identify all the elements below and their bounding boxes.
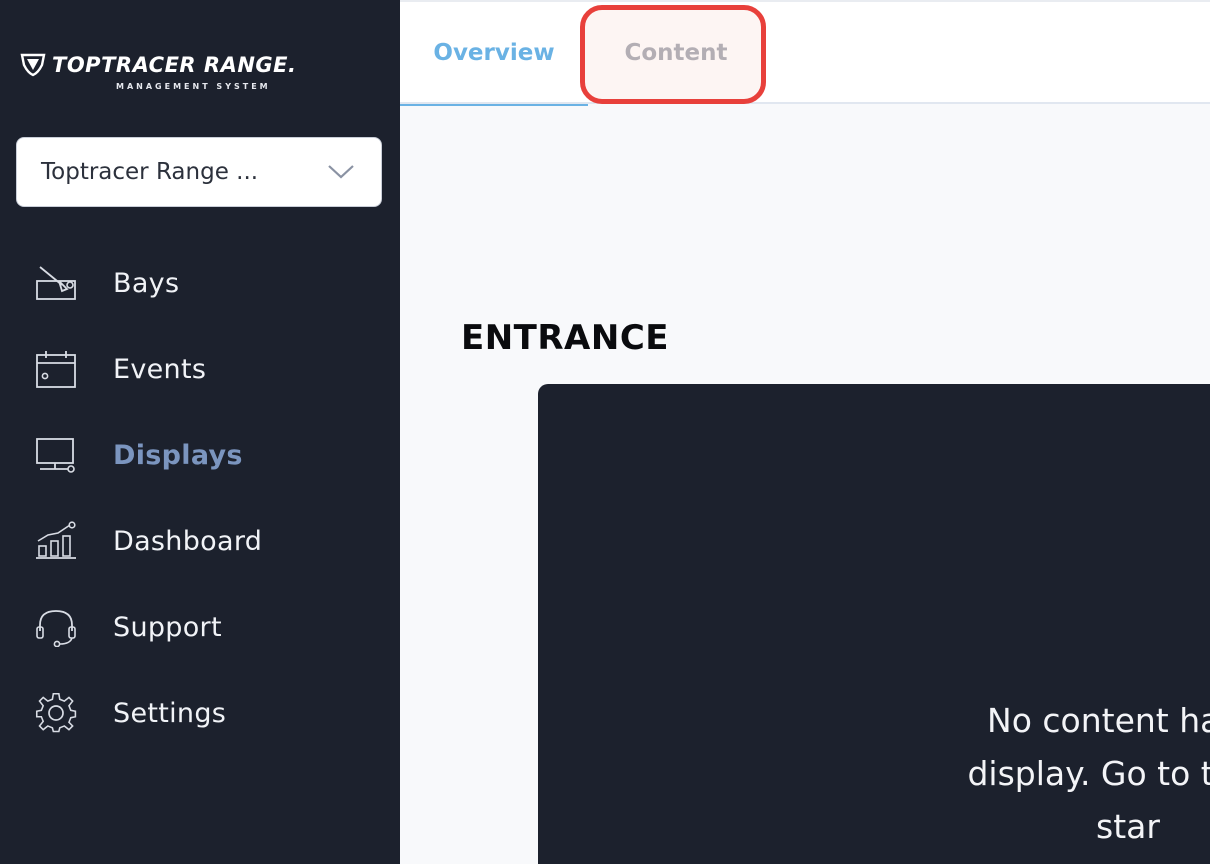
sidebar-item-label: Settings [113,697,227,729]
tab-overview[interactable]: Overview [400,2,588,106]
sidebar-item-label: Support [113,611,222,643]
sidebar-item-events[interactable]: Events [0,326,400,412]
display-preview: No content has b display. Go to the C st… [538,384,1210,864]
message-line: display. Go to the C [967,754,1210,793]
chart-icon [34,519,78,563]
logo-subtitle: MANAGEMENT SYSTEM [116,82,271,91]
sidebar-item-displays[interactable]: Displays [0,412,400,498]
sidebar: TOPTRACER RANGE. MANAGEMENT SYSTEM Toptr… [0,0,400,864]
sidebar-item-label: Events [113,353,207,385]
sidebar-item-label: Displays [113,439,243,471]
sidebar-item-support[interactable]: Support [0,584,400,670]
range-selector[interactable]: Toptracer Range ... [16,137,382,207]
sidebar-item-dashboard[interactable]: Dashboard [0,498,400,584]
logo[interactable]: TOPTRACER RANGE. MANAGEMENT SYSTEM [20,50,380,91]
tab-bar: Overview Content [400,0,1210,106]
sidebar-item-label: Dashboard [113,525,263,557]
headset-icon [34,605,78,649]
section-title: ENTRANCE [461,318,669,358]
shield-logo-icon [20,53,46,77]
empty-content-message: No content has b display. Go to the C st… [538,694,1210,853]
range-selector-value: Toptracer Range ... [41,159,259,185]
chevron-down-icon [328,165,354,179]
sidebar-nav: Bays Events Displays Dashboard Support S… [0,240,400,756]
calendar-icon [34,347,78,391]
tab-content[interactable]: Content [588,2,764,104]
monitor-icon [34,433,78,477]
message-line: star [1096,807,1160,846]
gear-icon [34,691,78,735]
sidebar-item-settings[interactable]: Settings [0,670,400,756]
golf-bay-icon [34,261,78,305]
message-line: No content has b [987,701,1210,740]
sidebar-item-bays[interactable]: Bays [0,240,400,326]
sidebar-item-label: Bays [113,267,180,299]
logo-text: TOPTRACER RANGE. [52,53,297,77]
